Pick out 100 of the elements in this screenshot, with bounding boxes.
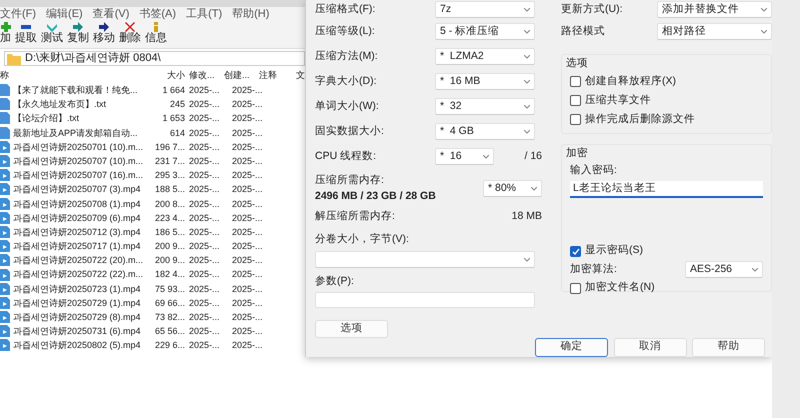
caret-icon bbox=[752, 268, 758, 272]
field-label: 参数(P): bbox=[315, 274, 355, 289]
checkbox-label: 显示密码(S) bbox=[585, 243, 643, 258]
checkbox[interactable] bbox=[570, 282, 581, 294]
file-name: 과즙세연诗妍20250729 (8).mp4 bbox=[13, 311, 141, 324]
memory-value: 18 MB bbox=[512, 208, 542, 224]
column-header[interactable]: 文 bbox=[296, 69, 305, 82]
field-label: 压缩等级(L): bbox=[315, 24, 376, 39]
checkbox[interactable] bbox=[570, 76, 581, 87]
modified-date: 2025-... bbox=[189, 296, 221, 310]
created-date: 2025-... bbox=[232, 169, 264, 182]
toolbar-button[interactable]: 信息 bbox=[145, 22, 167, 48]
arrow-right-icon bbox=[99, 22, 109, 32]
modified-date: 2025-... bbox=[189, 140, 221, 154]
toolbar-button[interactable]: 提取 bbox=[15, 22, 37, 48]
caret-icon bbox=[524, 8, 530, 12]
menu-item[interactable]: 帮助(H) bbox=[232, 7, 270, 22]
field-label: 压缩方法(M): bbox=[315, 48, 379, 64]
column-header[interactable]: 修改... bbox=[189, 69, 221, 82]
file-name: 과즙세연诗妍20250708 (1).mp4 bbox=[13, 198, 141, 211]
menu-item[interactable]: 编辑(E) bbox=[46, 7, 83, 22]
file-name: 과즙세연诗妍20250723 (1).mp4 bbox=[13, 282, 141, 296]
dropdown[interactable]: * LZMA2 bbox=[435, 48, 535, 65]
file-name: 과즙세연诗妍20250717 (1).mp4 bbox=[13, 240, 141, 254]
thread-count: / 16 bbox=[524, 148, 542, 164]
column-header[interactable]: 称 bbox=[0, 69, 155, 82]
modified-date: 2025-... bbox=[189, 112, 221, 126]
cross-icon bbox=[125, 22, 135, 32]
checkbox[interactable] bbox=[570, 95, 581, 106]
dropdown[interactable]: 相对路径 bbox=[657, 23, 772, 40]
file-name: 과즙세연诗妍20250707 (16).m... bbox=[13, 169, 144, 182]
menu-item[interactable]: 查看(V) bbox=[92, 7, 130, 22]
folder-icon bbox=[7, 52, 21, 64]
dropdown[interactable]: 7z bbox=[435, 1, 535, 18]
check-icon bbox=[572, 248, 580, 255]
file-size: 75 93... bbox=[155, 282, 185, 296]
checkbox[interactable] bbox=[570, 114, 581, 125]
caret-icon bbox=[761, 30, 767, 34]
created-date: 2025-... bbox=[232, 212, 264, 225]
field-label: 压缩格式(F): bbox=[315, 2, 376, 17]
dropdown[interactable]: 5 - 标准压缩 bbox=[435, 23, 535, 40]
created-date: 2025-... bbox=[232, 311, 264, 324]
menu-item[interactable]: 文件(F) bbox=[0, 7, 36, 22]
file-icon bbox=[0, 126, 10, 139]
menu-item[interactable]: 工具(T) bbox=[186, 7, 222, 22]
created-date: 2025-... bbox=[232, 154, 264, 168]
dropdown[interactable]: 添加并替换文件 bbox=[657, 1, 772, 18]
modified-date: 2025-... bbox=[189, 325, 221, 338]
dropdown[interactable]: * 16 MB bbox=[435, 73, 535, 90]
file-size: 196 7... bbox=[155, 140, 185, 154]
plus-icon bbox=[0, 22, 10, 32]
toolbar-button[interactable]: 复制 bbox=[67, 22, 89, 48]
file-size: 186 5... bbox=[155, 226, 185, 239]
minus-icon bbox=[21, 22, 31, 32]
options-button[interactable]: 选项 bbox=[315, 320, 388, 338]
modified-date: 2025-... bbox=[189, 311, 221, 324]
checkbox-label: 加密文件名(N) bbox=[585, 280, 655, 296]
file-size: 69 66... bbox=[155, 296, 185, 310]
caret-icon bbox=[524, 80, 530, 84]
modified-date: 2025-... bbox=[189, 240, 221, 254]
modified-date: 2025-... bbox=[189, 282, 221, 296]
column-header[interactable]: 创建... bbox=[224, 69, 256, 82]
file-size: 200 8... bbox=[155, 198, 185, 210]
dialog-button[interactable]: 帮助 bbox=[692, 338, 765, 357]
file-name: 과즙세연诗妍20250709 (6).mp4 bbox=[13, 212, 141, 225]
created-date: 2025-... bbox=[232, 98, 264, 112]
checkbox-label: 压缩共享文件 bbox=[585, 92, 651, 108]
address-bar[interactable]: D:\来财\과즙세연诗妍 0804\ bbox=[4, 51, 305, 66]
file-icon bbox=[0, 84, 10, 96]
input-field[interactable] bbox=[315, 292, 535, 308]
column-header[interactable]: 大小 bbox=[155, 69, 185, 82]
created-date: 2025-... bbox=[232, 282, 264, 296]
dropdown[interactable]: * 80% bbox=[483, 180, 542, 198]
dialog-button[interactable]: 取消 bbox=[614, 338, 686, 357]
file-size: 223 4... bbox=[155, 212, 185, 225]
dropdown[interactable]: * 4 GB bbox=[435, 123, 535, 140]
created-date: 2025-... bbox=[232, 126, 264, 140]
dropdown[interactable]: AES-256 bbox=[685, 261, 763, 278]
toolbar-button[interactable]: 移动 bbox=[93, 22, 115, 48]
file-name: 과즙세연诗妍20250707 (3).mp4 bbox=[13, 183, 141, 196]
file-name: 과즙세연诗妍20250722 (22).m... bbox=[13, 268, 144, 282]
toolbar-button[interactable]: 删除 bbox=[119, 22, 141, 48]
file-size: 614 bbox=[168, 126, 185, 140]
toolbar-button[interactable]: 加 bbox=[0, 22, 11, 48]
file-size: 200 9... bbox=[155, 240, 185, 254]
file-name: 【永久地址发布页】.txt bbox=[13, 98, 106, 112]
menu-item[interactable]: 书签(A) bbox=[139, 7, 176, 22]
created-date: 2025-... bbox=[232, 254, 264, 268]
column-header[interactable]: 注释 bbox=[259, 69, 291, 82]
toolbar-button[interactable]: 测试 bbox=[41, 22, 63, 48]
dialog-button[interactable]: 确定 bbox=[535, 338, 608, 357]
file-size: 1 653 bbox=[161, 112, 185, 126]
checkbox[interactable] bbox=[570, 246, 581, 257]
modified-date: 2025-... bbox=[189, 169, 221, 182]
password-field[interactable]: L老王论坛当老王 bbox=[570, 180, 763, 198]
field-label: 分卷大小，字节(V): bbox=[315, 232, 410, 248]
created-date: 2025-... bbox=[232, 325, 264, 338]
modified-date: 2025-... bbox=[189, 339, 221, 352]
dropdown[interactable]: * 32 bbox=[435, 98, 535, 115]
dropdown[interactable]: * 16 bbox=[435, 148, 494, 165]
